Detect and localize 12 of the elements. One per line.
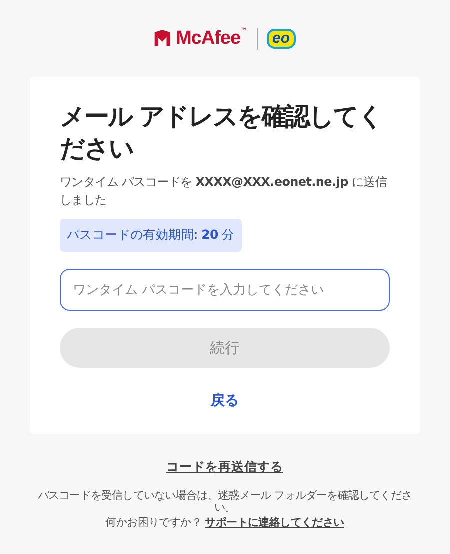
help-text: 何かお困りですか？ サポートに連絡してください xyxy=(104,516,346,530)
shield-icon xyxy=(154,30,171,47)
validity-badge: パスコードの有効期間: 20 分 xyxy=(60,219,242,252)
resend-link[interactable]: コードを再送信する xyxy=(166,459,284,474)
partner-logo: eo xyxy=(266,28,296,48)
spam-note: パスコードを受信していない場合は、迷惑メール フォルダーを確認してください。 xyxy=(36,490,414,514)
brand-name: McAfee xyxy=(176,28,241,50)
back-link[interactable]: 戻る xyxy=(211,393,239,409)
sent-message: ワンタイム パスコードを XXXX@XXX.eonet.ne.jp に送信しました xyxy=(60,174,388,209)
page-title: メール アドレスを確認してください xyxy=(60,101,384,165)
passcode-field[interactable]: ワンタイム パスコードを入力してください xyxy=(60,269,390,311)
support-link[interactable]: サポートに連絡してください xyxy=(205,516,344,529)
